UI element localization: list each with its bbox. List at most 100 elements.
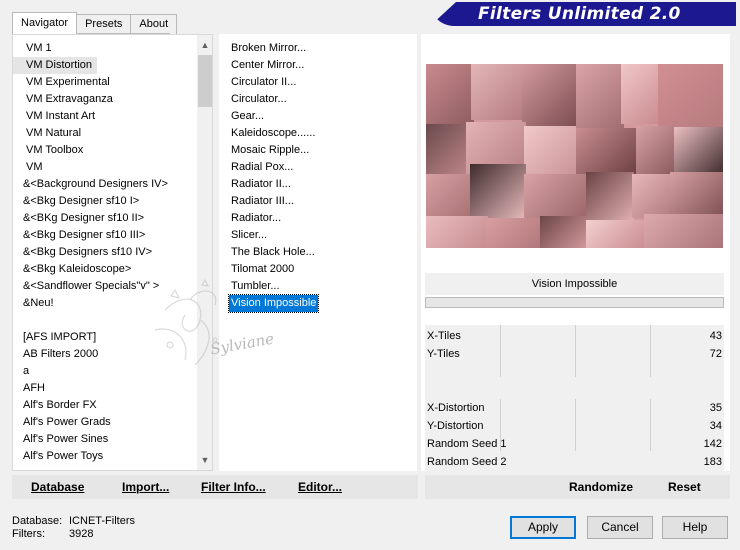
filter-list-panel: Broken Mirror... Center Mirror... Circulat… — [219, 34, 417, 471]
reset-button[interactable]: Reset — [668, 478, 701, 496]
database-button[interactable]: Database — [31, 478, 84, 496]
preview-tile — [586, 172, 634, 222]
preview-tile — [670, 172, 723, 218]
preview-tile — [621, 64, 661, 124]
slider-tick — [500, 399, 501, 451]
filter-item[interactable]: Radiator III... — [229, 193, 318, 210]
filter-item[interactable]: The Black Hole... — [229, 244, 318, 261]
param-value: 43 — [709, 330, 722, 342]
category-item[interactable]: &<Bkg Designer sf10 I> — [13, 193, 196, 210]
param-value: 34 — [709, 420, 722, 432]
slider-tick — [575, 399, 576, 451]
filter-item[interactable]: Gear... — [229, 108, 318, 125]
filter-item[interactable]: Circulator II... — [229, 74, 318, 91]
preview-tile — [426, 64, 474, 124]
category-item[interactable]: VM Toolbox — [13, 142, 196, 159]
preview-image — [426, 64, 723, 248]
filter-item[interactable]: Broken Mirror... — [229, 40, 318, 57]
preview-tile — [540, 216, 588, 248]
filter-item[interactable]: Kaleidoscope...... — [229, 125, 318, 142]
preview-tile — [632, 174, 672, 218]
category-item[interactable]: AFH — [13, 380, 196, 397]
category-item[interactable]: VM Extravaganza — [13, 91, 196, 108]
category-list: VM 1 VM Distortion VM Experimental VM Extra… — [13, 40, 196, 465]
tab-bar: Navigator Presets About — [12, 12, 178, 34]
category-item[interactable]: VM Experimental — [13, 74, 196, 91]
scroll-down-icon[interactable]: ▼ — [197, 452, 212, 468]
scroll-thumb[interactable] — [198, 55, 212, 107]
preview-tile — [576, 64, 624, 130]
category-item[interactable]: Alf's Power Grads — [13, 414, 196, 431]
param-value: 35 — [709, 402, 722, 414]
help-button[interactable]: Help — [662, 516, 728, 539]
param-label: X-Tiles — [427, 330, 461, 342]
preview-tile — [636, 126, 676, 174]
category-item[interactable]: &<BKg Designer sf10 II> — [13, 210, 196, 227]
param-value: 183 — [703, 456, 722, 468]
category-item[interactable]: &<Bkg Designers sf10 IV> — [13, 244, 196, 261]
apply-button[interactable]: Apply — [510, 516, 576, 539]
cancel-button[interactable]: Cancel — [587, 516, 653, 539]
slider-tick — [650, 325, 651, 377]
preview-tile — [426, 174, 472, 219]
filters-count-label: Filters: — [12, 528, 45, 540]
tab-presets[interactable]: Presets — [76, 14, 132, 34]
param-label: Y-Tiles — [427, 348, 460, 360]
category-item[interactable]: Alf's Power Toys — [13, 448, 196, 465]
category-item[interactable]: Alf's Border FX — [13, 397, 196, 414]
status-info: Database: ICNET-Filters Filters: 3928 — [12, 515, 135, 541]
randomize-button[interactable]: Randomize — [569, 478, 633, 496]
category-list-panel: VM 1 VM Distortion VM Experimental VM Extra… — [12, 34, 213, 471]
preview-tile — [426, 124, 470, 176]
filter-item[interactable]: Circulator... — [229, 91, 318, 108]
preview-tile — [524, 126, 576, 176]
filter-item[interactable]: Center Mirror... — [229, 57, 318, 74]
preview-tile — [644, 214, 723, 248]
category-item[interactable]: VM Instant Art — [13, 108, 196, 125]
preview-tile — [576, 128, 638, 174]
filter-item[interactable]: Mosaic Ripple... — [229, 142, 318, 159]
tab-navigator[interactable]: Navigator — [12, 12, 78, 34]
tab-about[interactable]: About — [130, 14, 178, 34]
filter-info-button[interactable]: Filter Info... — [201, 478, 266, 496]
database-value: ICNET-Filters — [69, 515, 135, 527]
param-value: 142 — [703, 438, 722, 450]
preview-tile — [522, 64, 578, 126]
category-item[interactable]: &<Bkg Designer sf10 III> — [13, 227, 196, 244]
filters-count-value: 3928 — [69, 528, 94, 540]
import-button[interactable]: Import... — [122, 478, 169, 496]
filter-item[interactable]: Radial Pox... — [229, 159, 318, 176]
scroll-up-icon[interactable]: ▲ — [197, 37, 212, 53]
param-value: 72 — [709, 348, 722, 360]
database-label: Database: — [12, 515, 63, 527]
filter-item[interactable]: Slicer... — [229, 227, 318, 244]
category-item[interactable]: &<Background Designers IV> — [13, 176, 196, 193]
category-item[interactable]: VM Natural — [13, 125, 196, 142]
selected-filter-name: Vision Impossible — [425, 273, 724, 295]
preview-tile — [658, 64, 723, 129]
category-item[interactable]: VM 1 — [13, 40, 196, 57]
category-item[interactable]: VM Distortion — [13, 57, 97, 74]
preview-tile — [471, 64, 526, 120]
param-label: Y-Distortion — [427, 420, 484, 432]
watermark-flourish-icon — [154, 278, 218, 366]
param-label: X-Distortion — [427, 402, 485, 414]
slider-tick — [500, 325, 501, 377]
category-scrollbar[interactable]: ▲ ▼ — [197, 35, 212, 470]
preview-tile — [426, 216, 488, 248]
param-random-seed-2[interactable]: Random Seed 2 183 — [425, 453, 724, 471]
filter-item[interactable]: Radiator II... — [229, 176, 318, 193]
category-item[interactable]: Alf's Power Sines — [13, 431, 196, 448]
slider-tick — [575, 325, 576, 377]
progress-bar — [425, 297, 724, 308]
filter-item[interactable]: Radiator... — [229, 210, 318, 227]
preview-tile — [524, 174, 588, 218]
preview-tile — [674, 127, 723, 174]
parameter-area: X-Tiles 43 Y-Tiles 72 X-Distortion 35 Y-… — [425, 325, 724, 472]
category-item[interactable]: VM — [13, 159, 196, 176]
editor-button[interactable]: Editor... — [298, 478, 342, 496]
preview-tile — [486, 218, 542, 248]
app-title: Filters Unlimited 2.0 — [478, 4, 681, 24]
preview-tile — [470, 164, 526, 220]
slider-tick — [650, 399, 651, 451]
